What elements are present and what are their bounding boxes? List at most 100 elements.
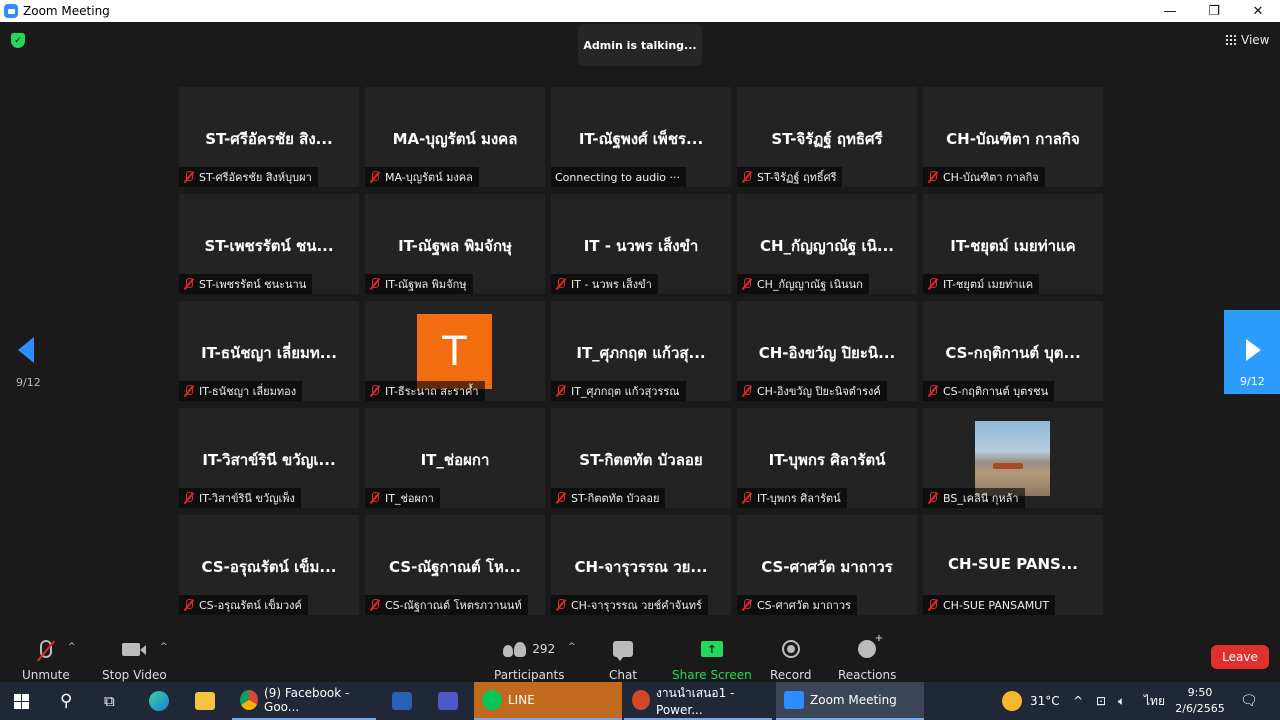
meeting-toolbar: Unmute ^ Stop Video ^ 292 Participants ^…	[0, 632, 1280, 682]
participant-tile[interactable]: IT-ณัฐพล พิมจักษุ IT-ณัฐพล พิมจักษุ	[365, 194, 545, 294]
participant-tile[interactable]: CS-ณัฐกาณต์ โห... CS-ณัฐกาณต์ โหตรภวานนท์	[365, 515, 545, 615]
participant-display-name: CH_กัญญาณัฐ เนิ...	[759, 237, 895, 255]
taskbar-chrome[interactable]: (9) Facebook - Goo...	[232, 682, 376, 720]
zoom-app-icon	[4, 4, 18, 18]
unmute-button[interactable]: Unmute	[22, 636, 70, 682]
participant-name-label: IT_ศุภกฤต แก้วสุวรรณ	[551, 381, 686, 401]
network-icon[interactable]: ⊡	[1096, 682, 1106, 720]
previous-page-button[interactable]: 9/12	[10, 332, 46, 407]
muted-mic-icon	[927, 385, 938, 397]
close-button[interactable]: ✕	[1236, 0, 1280, 22]
participant-name-label: CS-กฤติกานต์ บุตรชน	[923, 381, 1055, 401]
input-language[interactable]: ไทย	[1144, 682, 1165, 720]
participant-tile[interactable]: CH-SUE PANS... CH-SUE PANSAMUT	[923, 515, 1103, 615]
page-indicator-left: 9/12	[16, 376, 41, 389]
minimize-button[interactable]: —	[1148, 0, 1192, 22]
participant-tile[interactable]: CH-บัณฑิตา กาลกิจ CH-บัณฑิตา กาลกิจ	[923, 87, 1103, 187]
taskbar-line[interactable]: LINE	[474, 682, 622, 720]
participant-display-name: CS-กฤติกานต์ บุต...	[945, 344, 1081, 362]
participant-tile[interactable]: CH-จารุวรรณ วย... CH-จารุวรรณ วยช์คำจันทร…	[551, 515, 731, 615]
talking-indicator: Admin is talking...	[578, 24, 702, 66]
share-screen-button[interactable]: ↑ Share Screen	[672, 636, 752, 682]
participant-display-name: IT-วิสาข์รินี ขวัญเ...	[202, 451, 336, 469]
participant-display-name: IT-ชยุตม์ เมยท่าแค	[950, 237, 1076, 255]
participant-name-text: CH-อิงขวัญ ปิยะนิจตำรงค์	[757, 385, 881, 398]
chat-button[interactable]: Chat	[609, 636, 637, 682]
system-clock[interactable]: 9:50 2/6/2565	[1172, 685, 1228, 717]
participant-name-label: IT - นวพร เส็งขำ	[551, 274, 658, 294]
word-icon[interactable]	[392, 682, 412, 720]
participant-name-label: IT-ณัฐพล พิมจักษุ	[365, 274, 473, 294]
participant-name-label: CH-จารุวรรณ วยช์คำจันทร์	[551, 595, 708, 615]
edge-icon[interactable]	[149, 682, 169, 720]
muted-mic-icon	[555, 492, 566, 504]
participant-name-label: IT-ชยุตม์ เมยท่าแค	[923, 274, 1040, 294]
participant-name-text: CS-ณัฐกาณต์ โหตรภวานนท์	[385, 599, 522, 612]
participant-tile[interactable]: T IT-ธีระนาถ สะราค้ำ	[365, 301, 545, 401]
search-icon[interactable]: ⚲	[60, 682, 72, 720]
muted-mic-icon	[741, 278, 752, 290]
participant-display-name: CS-ศาศวัต มาถาวร	[761, 558, 893, 576]
participant-tile[interactable]: IT-ณัฐพงศ์ เพ็ชร... Connecting to audio ·…	[551, 87, 731, 187]
weather-widget[interactable]: 31°C	[1002, 682, 1060, 720]
volume-icon[interactable]: 🔈︎	[1118, 682, 1125, 720]
security-shield-icon[interactable]	[11, 33, 25, 48]
participant-tile[interactable]: CH-อิงขวัญ ปิยะนิ... CH-อิงขวัญ ปิยะนิจตำ…	[737, 301, 917, 401]
participant-tile[interactable]: CH_กัญญาณัฐ เนิ... CH_กัญญาณัฐ เนินนก	[737, 194, 917, 294]
participant-tile[interactable]: IT-ธนัชญา เลี่ยมท... IT-ธนัชญา เลี่ยมทอง	[179, 301, 359, 401]
participant-tile[interactable]: CS-อรุณรัตน์ เข็ม... CS-อรุณรัตน์ เข็มวงค…	[179, 515, 359, 615]
notifications-icon[interactable]: 🗨︎	[1240, 682, 1258, 720]
participant-tile[interactable]: ST-เพชรรัตน์ ชน... ST-เพชรรัตน์ ชนะนาน	[179, 194, 359, 294]
muted-mic-icon	[741, 171, 752, 183]
participant-display-name: ST-เพชรรัตน์ ชน...	[204, 237, 334, 255]
teams-icon[interactable]	[438, 682, 458, 720]
start-button[interactable]	[14, 682, 29, 720]
participant-display-name: IT_ช่อผกา	[420, 451, 490, 469]
muted-mic-icon	[183, 492, 194, 504]
tray-expand-chevron-icon[interactable]: ^	[1073, 682, 1083, 720]
task-view-icon[interactable]: ⧉	[104, 682, 115, 720]
restore-button[interactable]: ❐	[1192, 0, 1236, 22]
participant-tile[interactable]: IT_ศุภกฤต แก้วสุ... IT_ศุภกฤต แก้วสุวรรณ	[551, 301, 731, 401]
reactions-button[interactable]: Reactions	[838, 633, 896, 682]
line-icon	[482, 690, 502, 710]
participant-tile[interactable]: ST-จิรัฏฐ์ ฤทธิศรี ST-จิรัฏฐ์ ฤทธิ์ศรี	[737, 87, 917, 187]
participant-tile[interactable]: IT-วิสาข์รินี ขวัญเ... IT-วิสาข์รินี ขวัญ…	[179, 408, 359, 508]
participant-tile[interactable]: IT - นวพร เส็งขำ IT - นวพร เส็งขำ	[551, 194, 731, 294]
next-page-button[interactable]: 9/12	[1224, 310, 1280, 394]
participant-tile[interactable]: IT_ช่อผกา IT_ช่อผกา	[365, 408, 545, 508]
chat-bubble-icon	[613, 641, 634, 661]
participant-tile[interactable]: BS_เคลินี กุหล้า	[923, 408, 1103, 508]
file-explorer-icon[interactable]	[195, 682, 215, 720]
taskbar-zoom[interactable]: Zoom Meeting	[776, 682, 924, 720]
muted-mic-icon	[927, 599, 938, 611]
participant-name-label: IT-บุพกร ศิลารัตน์	[737, 488, 847, 508]
taskbar-powerpoint[interactable]: งานนำเสนอ1 - Power...	[624, 682, 772, 720]
powerpoint-icon	[632, 690, 651, 710]
participant-display-name: CS-ณัฐกาณต์ โห...	[389, 558, 521, 576]
view-label: View	[1241, 33, 1270, 47]
stop-video-button[interactable]: Stop Video	[102, 636, 167, 682]
participant-tile[interactable]: MA-บุญรัตน์ มงคล MA-บุญรัตน์ มงคล	[365, 87, 545, 187]
muted-mic-icon	[369, 492, 380, 504]
video-camera-icon	[122, 642, 147, 656]
participant-tile[interactable]: IT-บุพกร ศิลารัตน์ IT-บุพกร ศิลารัตน์	[737, 408, 917, 508]
participant-display-name: ST-ศรีอัครชัย สิง...	[205, 130, 333, 148]
leave-button[interactable]: Leave	[1211, 645, 1269, 669]
video-options-caret-icon[interactable]: ^	[160, 642, 168, 652]
audio-options-caret-icon[interactable]: ^	[68, 642, 76, 652]
participant-tile[interactable]: ST-กิตตทัต บัวลอย ST-กิตตทัต บัวลอย	[551, 408, 731, 508]
record-button[interactable]: Record	[770, 636, 811, 682]
participants-button[interactable]: 292 Participants	[494, 636, 565, 682]
participant-tile[interactable]: ST-ศรีอัครชัย สิง... ST-ศรีอัครชัย สิงห์บ…	[179, 87, 359, 187]
window-controls: — ❐ ✕	[1148, 0, 1280, 22]
participant-tile[interactable]: CS-กฤติกานต์ บุต... CS-กฤติกานต์ บุตรชน	[923, 301, 1103, 401]
grid-view-icon	[1226, 35, 1236, 45]
participant-name-text: IT - นวพร เส็งขำ	[571, 278, 652, 291]
view-button[interactable]: View	[1226, 33, 1269, 47]
participant-name-text: ST-เพชรรัตน์ ชนะนาน	[199, 278, 307, 291]
participants-options-caret-icon[interactable]: ^	[568, 642, 576, 652]
participant-tile[interactable]: CS-ศาศวัต มาถาวร CS-ศาศวัต มาถาวร	[737, 515, 917, 615]
participant-tile[interactable]: IT-ชยุตม์ เมยท่าแค IT-ชยุตม์ เมยท่าแค	[923, 194, 1103, 294]
participant-name-text: IT-ชยุตม์ เมยท่าแค	[943, 278, 1034, 291]
